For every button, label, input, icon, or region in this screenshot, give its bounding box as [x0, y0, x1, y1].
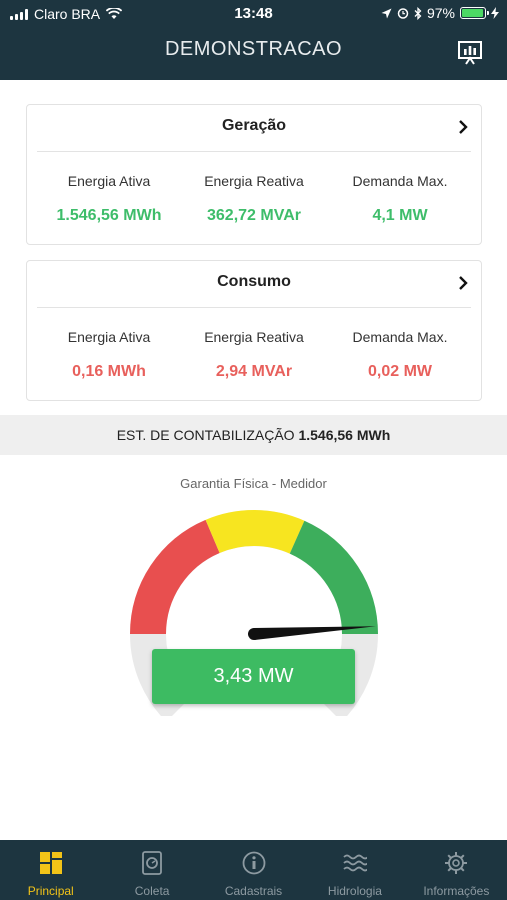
app-screen: Claro BRA 13:48 97% DEMONSTRACAO Geração…	[0, 0, 507, 900]
chevron-right-icon[interactable]	[457, 120, 469, 134]
metric-label: Demanda Max.	[352, 329, 448, 345]
status-bar: Claro BRA 13:48 97%	[0, 0, 507, 28]
location-icon	[381, 8, 392, 18]
consumo-title: Consumo	[217, 273, 291, 290]
tab-principal[interactable]: Principal	[0, 840, 101, 900]
metric-value: 1.546,56 MWh	[56, 207, 162, 224]
tab-label: Principal	[27, 884, 74, 898]
tab-informacoes[interactable]: Informações	[406, 840, 507, 900]
header: Claro BRA 13:48 97% DEMONSTRACAO	[0, 0, 507, 80]
device-icon	[142, 851, 163, 875]
metric-value: 2,94 MVAr	[215, 363, 293, 380]
tab-cadastrais[interactable]: Cadastrais	[203, 840, 304, 900]
card-divider	[37, 151, 471, 152]
metric-value: 362,72 MVAr	[207, 207, 301, 224]
consumo-card[interactable]: Consumo Energia Ativa 0,16 MWh Energia R…	[26, 260, 482, 401]
tab-label: Hidrologia	[327, 884, 382, 898]
metric-label: Energia Ativa	[67, 329, 151, 345]
contabilizacao-bar: EST. DE CONTABILIZAÇÃO 1.546,56 MWh	[0, 415, 507, 455]
grid-icon	[39, 852, 62, 874]
metric-label: Energia Ativa	[67, 173, 151, 189]
metric-label: Energia Reativa	[204, 173, 304, 189]
waves-icon	[343, 854, 367, 872]
bluetooth-icon	[414, 6, 422, 20]
tab-bar: Principal Coleta Cadastrais Hidrologia I…	[0, 840, 507, 900]
tab-coleta[interactable]: Coleta	[101, 840, 202, 900]
tab-label: Informações	[423, 884, 490, 898]
chevron-right-icon[interactable]	[457, 276, 469, 290]
gauge-red-segment	[130, 519, 221, 635]
gauge-needle-hub	[248, 628, 260, 640]
battery-percent: 97%	[426, 5, 455, 21]
contabilizacao-label: EST. DE CONTABILIZAÇÃO	[116, 427, 295, 443]
presentation-chart-icon[interactable]	[457, 40, 483, 66]
geracao-card[interactable]: Geração Energia Ativa 1.546,56 MWh Energ…	[26, 104, 482, 245]
contabilizacao-value: 1.546,56 MWh	[298, 427, 391, 443]
metric-value: 0,16 MWh	[72, 363, 146, 380]
tab-label: Cadastrais	[224, 884, 283, 898]
battery-icon	[460, 7, 489, 19]
charging-icon	[491, 7, 499, 19]
info-icon	[242, 851, 265, 875]
gear-icon	[445, 852, 468, 874]
card-divider	[37, 307, 471, 308]
metric-label: Energia Reativa	[204, 329, 304, 345]
tab-hidrologia[interactable]: Hidrologia	[304, 840, 405, 900]
metric-label: Demanda Max.	[352, 173, 448, 189]
metric-value: 0,02 MW	[367, 363, 432, 380]
gauge-label: Garantia Física - Medidor	[180, 476, 327, 491]
metric-value: 4,1 MW	[372, 207, 428, 224]
gauge-yellow-segment	[205, 510, 305, 554]
gauge-green-segment	[289, 520, 378, 635]
page-title: DEMONSTRACAO	[164, 38, 343, 60]
tab-label: Coleta	[134, 884, 170, 898]
alarm-icon	[397, 8, 409, 19]
gauge-value: 3,43 MW	[152, 649, 355, 704]
status-right: 97%	[381, 5, 499, 21]
geracao-title: Geração	[221, 117, 287, 134]
